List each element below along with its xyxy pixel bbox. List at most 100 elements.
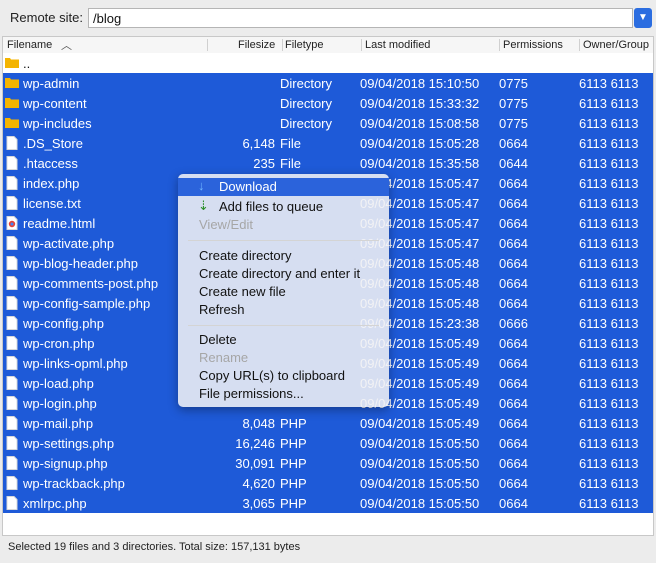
menu-item-download[interactable]: ↓ Download [178, 178, 389, 196]
row-modified: 09/04/2018 15:33:32 [360, 96, 480, 111]
row-owner: 6113 6113 [579, 96, 639, 111]
row-filesize: 8,048 [242, 416, 275, 431]
remote-file-list[interactable]: Filename ︿ Filesize Filetype Last modifi… [2, 36, 654, 536]
row-owner: 6113 6113 [579, 116, 639, 131]
row-permissions: 0664 [499, 276, 528, 291]
file-icon [5, 356, 19, 370]
file-icon [5, 336, 19, 350]
table-row[interactable]: wp-settings.php 16,246 PHP 09/04/2018 15:05… [3, 433, 653, 453]
file-icon [5, 256, 19, 270]
table-row[interactable]: .htaccess 235 File 09/04/2018 15:35:58 0644 6… [3, 153, 653, 173]
row-filename: wp-blog-header.php [23, 256, 138, 271]
row-modified: 09/04/2018 15:05:50 [360, 496, 480, 511]
row-permissions: 0664 [499, 176, 528, 191]
table-row[interactable]: wp-mail.php 8,048 PHP 09/04/2018 15:05:49 06… [3, 413, 653, 433]
row-filename: wp-settings.php [23, 436, 115, 451]
row-permissions: 0666 [499, 316, 528, 331]
file-icon [5, 316, 19, 330]
menu-item-add-to-queue[interactable]: ⇣ Add files to queue [178, 198, 389, 216]
status-bar: Selected 19 files and 3 directories. Tot… [2, 537, 654, 557]
row-filetype: Directory [280, 76, 333, 91]
row-filename: wp-cron.php [23, 336, 95, 351]
col-modified[interactable]: Last modified [365, 38, 430, 52]
row-filename: wp-links-opml.php [23, 356, 128, 371]
col-filesize[interactable]: Filesize [238, 38, 275, 52]
table-row[interactable]: xmlrpc.php 3,065 PHP 09/04/2018 15:05:50 066… [3, 493, 653, 513]
row-filename: wp-config.php [23, 316, 104, 331]
file-icon [5, 496, 19, 510]
menu-item-create-file[interactable]: Create new file [178, 283, 389, 301]
row-owner: 6113 6113 [579, 276, 639, 291]
folder-icon [5, 56, 19, 70]
table-row[interactable]: wp-admin Directory 09/04/2018 15:10:50 0775… [3, 73, 653, 93]
row-filesize: 30,091 [235, 456, 275, 471]
row-filename: license.txt [23, 196, 81, 211]
file-icon [5, 136, 19, 150]
table-row-parent[interactable]: .. [3, 53, 653, 73]
col-filetype[interactable]: Filetype [285, 38, 324, 52]
row-filetype: PHP [280, 496, 307, 511]
row-filetype: Directory [280, 116, 333, 131]
row-owner: 6113 6113 [579, 476, 639, 491]
row-owner: 6113 6113 [579, 156, 639, 171]
folder-icon [5, 116, 19, 130]
row-filesize: 6,148 [242, 136, 275, 151]
col-filename[interactable]: Filename [7, 38, 52, 52]
row-permissions: 0664 [499, 196, 528, 211]
row-permissions: 0664 [499, 476, 528, 491]
table-row[interactable]: wp-includes Directory 09/04/2018 15:08:58 0… [3, 113, 653, 133]
row-filetype: File [280, 136, 301, 151]
row-filename: .. [23, 56, 31, 71]
menu-item-create-directory-enter[interactable]: Create directory and enter it [178, 265, 389, 283]
row-permissions: 0664 [499, 296, 528, 311]
table-row[interactable]: .DS_Store 6,148 File 09/04/2018 15:05:28 066… [3, 133, 653, 153]
row-filename: wp-signup.php [23, 456, 108, 471]
chevron-down-icon[interactable]: ▼ [634, 8, 652, 28]
row-modified: 09/04/2018 15:05:50 [360, 436, 480, 451]
col-permissions[interactable]: Permissions [503, 38, 563, 52]
remote-site-label: Remote site: [10, 10, 83, 25]
row-owner: 6113 6113 [579, 216, 639, 231]
table-row[interactable]: wp-content Directory 09/04/2018 15:33:32 07… [3, 93, 653, 113]
row-modified: 09/04/2018 15:05:50 [360, 456, 480, 471]
file-icon [5, 296, 19, 310]
row-filename: wp-config-sample.php [23, 296, 151, 311]
row-filename: wp-includes [23, 116, 92, 131]
row-owner: 6113 6113 [579, 236, 639, 251]
table-row[interactable]: wp-trackback.php 4,620 PHP 09/04/2018 15:05… [3, 473, 653, 493]
row-modified: 09/04/2018 15:35:58 [360, 156, 480, 171]
row-permissions: 0664 [499, 256, 528, 271]
menu-item-view-edit: View/Edit [199, 217, 253, 232]
menu-item-delete[interactable]: Delete [178, 331, 389, 349]
file-icon [5, 376, 19, 390]
row-permissions: 0664 [499, 376, 528, 391]
row-owner: 6113 6113 [579, 356, 639, 371]
row-filesize: 4,620 [242, 476, 275, 491]
menu-item-create-directory[interactable]: Create directory [178, 247, 389, 265]
menu-item-refresh[interactable]: Refresh [178, 301, 389, 319]
menu-item-rename: Rename [199, 350, 249, 365]
row-owner: 6113 6113 [579, 196, 639, 211]
col-owner[interactable]: Owner/Group [583, 38, 649, 52]
menu-item-file-permissions[interactable]: File permissions... [178, 385, 389, 403]
column-header: Filename ︿ Filesize Filetype Last modifi… [3, 37, 653, 54]
remote-site-input[interactable]: /blog [88, 8, 633, 28]
file-icon [5, 196, 19, 210]
row-permissions: 0664 [499, 136, 528, 151]
row-filetype: PHP [280, 456, 307, 471]
file-icon [5, 416, 19, 430]
row-permissions: 0664 [499, 396, 528, 411]
row-owner: 6113 6113 [579, 176, 639, 191]
folder-icon [5, 96, 19, 110]
row-filename: wp-content [23, 96, 87, 111]
remote-site-bar: Remote site: /blog ▼ [0, 0, 656, 36]
row-owner: 6113 6113 [579, 396, 639, 411]
row-modified: 09/04/2018 15:05:50 [360, 476, 480, 491]
row-owner: 6113 6113 [579, 376, 639, 391]
menu-item-copy-url[interactable]: Copy URL(s) to clipboard [178, 367, 389, 385]
status-text: Selected 19 files and 3 directories. Tot… [8, 541, 301, 553]
table-row[interactable]: wp-signup.php 30,091 PHP 09/04/2018 15:05:5… [3, 453, 653, 473]
browser-file-icon [5, 216, 19, 230]
row-permissions: 0644 [499, 156, 528, 171]
row-filename: wp-load.php [23, 376, 94, 391]
